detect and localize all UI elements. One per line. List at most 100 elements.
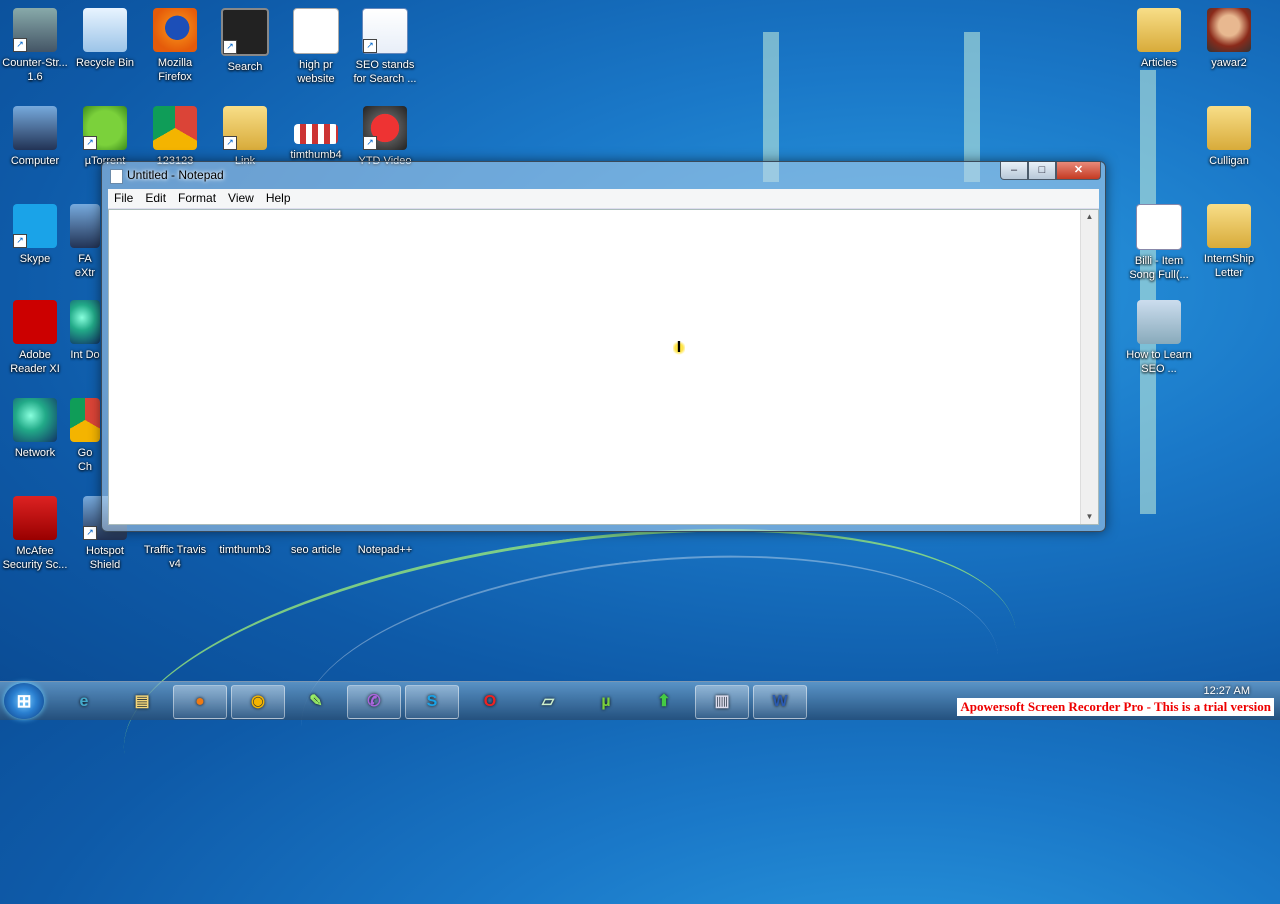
desktop-icon-ytd-video[interactable]: ↗ YTD Video (350, 106, 420, 168)
desktop-icon-adobe-reader[interactable]: Adobe Reader XI (0, 300, 70, 376)
vertical-scrollbar[interactable]: ▲ ▼ (1080, 210, 1098, 524)
internet-explorer-icon: e (79, 693, 89, 710)
desktop-icon-fa-extreme[interactable]: FA eXtr (70, 204, 100, 280)
skype-icon: ↗ (13, 204, 57, 248)
desktop-icon-label: yawar2 (1211, 57, 1247, 69)
taskbar-utorrent[interactable]: µ (579, 685, 633, 719)
folder-icon (1207, 106, 1251, 150)
menu-file[interactable]: File (108, 189, 139, 208)
desktop-icon-label: FA eXtr (74, 253, 96, 279)
desktop-icon-label: McAfee Security Sc... (2, 545, 68, 571)
desktop-icon-firefox[interactable]: Mozilla Firefox (140, 8, 210, 84)
taskbar-opera[interactable]: O (463, 685, 517, 719)
scroll-up-icon[interactable]: ▲ (1081, 210, 1098, 224)
taskbar-notepad[interactable]: ▥ (695, 685, 749, 719)
menu-view[interactable]: View (222, 189, 260, 208)
desktop-icon-seo-article[interactable]: seo article (281, 543, 351, 557)
taskbar-internet-explorer[interactable]: e (57, 685, 111, 719)
desktop-icon-learn-seo-video[interactable]: How to Learn SEO ... (1124, 300, 1194, 376)
chrome-icon (70, 398, 100, 442)
network-icon (13, 398, 57, 442)
image-grid-icon (294, 124, 338, 144)
desktop-icon-mcafee[interactable]: McAfee Security Sc... (0, 496, 70, 572)
desktop-icon-google-chrome[interactable]: Go Ch (70, 398, 100, 474)
opera-icon: O (483, 693, 497, 710)
taskbar-windows-explorer[interactable]: ▤ (115, 685, 169, 719)
desktop-icon-timthumb4[interactable]: timthumb4 (281, 106, 351, 162)
word-icon: W (772, 693, 788, 710)
desktop-icon-culligan[interactable]: Culligan (1194, 106, 1264, 168)
app-icon (70, 204, 100, 248)
desktop-icon-label: Hotspot Shield (86, 545, 124, 571)
desktop-icon-yawar2[interactable]: yawar2 (1194, 8, 1264, 70)
computer-icon (13, 106, 57, 150)
text-document-icon (293, 8, 339, 54)
desktop-icon-skype[interactable]: ↗ Skype (0, 204, 70, 266)
scroll-down-icon[interactable]: ▼ (1081, 510, 1098, 524)
folder-icon (1137, 8, 1181, 52)
desktop-icon-billi-song[interactable]: Billi - Item Song Full(... (1124, 204, 1194, 282)
desktop-icon-articles[interactable]: Articles (1124, 8, 1194, 70)
skype-icon: S (426, 693, 438, 710)
start-button[interactable]: ⊞ (4, 683, 44, 719)
desktop-icon-computer[interactable]: Computer (0, 106, 70, 168)
desktop-icon-traffic-travis[interactable]: Traffic Travis v4 (140, 543, 210, 571)
desktop-icon-label: Counter-Str... 1.6 (2, 57, 68, 83)
desktop-icon-label: timthumb4 (290, 149, 342, 161)
desktop-icon-label: Adobe Reader XI (10, 349, 60, 375)
desktop-icon-label: Go Ch (77, 447, 93, 473)
desktop-icon-link[interactable]: ↗ Link (210, 106, 280, 168)
desktop-icon-timthumb3[interactable]: timthumb3 (210, 543, 280, 557)
desktop-icon-utorrent[interactable]: ↗ µTorrent (70, 106, 140, 168)
minimize-button[interactable]: – (1000, 162, 1028, 180)
taskbar-clock[interactable]: 12:27 AM (1204, 684, 1250, 698)
upload-icon: ⬆ (657, 693, 671, 710)
menu-format[interactable]: Format (172, 189, 222, 208)
taskbar-uploader[interactable]: ⬆ (637, 685, 691, 719)
taskbar-notepad-plus[interactable]: ✎ (289, 685, 343, 719)
taskbar-firefox[interactable]: ● (173, 685, 227, 719)
taskbar-word[interactable]: W (753, 685, 807, 719)
desktop-icon-recycle-bin[interactable]: Recycle Bin (70, 8, 140, 70)
ytd-video-icon: ↗ (363, 106, 407, 150)
video-file-icon (1137, 300, 1181, 344)
desktop-icon-high-pr-website[interactable]: high pr website (281, 8, 351, 86)
counter-strike-icon: ↗ (13, 8, 57, 52)
firefox-icon: ● (195, 693, 205, 710)
desktop-icon-internet-download[interactable]: Int Do (70, 300, 100, 362)
taskbar-chrome[interactable]: ◉ (231, 685, 285, 719)
desktop-icon-label: Skype (19, 253, 51, 265)
menu-bar: File Edit Format View Help (108, 189, 1099, 209)
windows-logo-icon: ⊞ (16, 691, 32, 711)
window-titlebar[interactable]: Untitled - Notepad – □ ✕ (102, 162, 1105, 186)
desktop-icon-label: Billi - Item Song Full(... (1129, 255, 1189, 281)
close-button[interactable]: ✕ (1056, 162, 1101, 180)
menu-help[interactable]: Help (260, 189, 297, 208)
desktop-icon-notepad-plus[interactable]: Notepad++ (350, 543, 420, 557)
desktop-icon-search[interactable]: ↗ Search (210, 8, 280, 74)
desktop-icon-label: Culligan (1209, 155, 1249, 167)
desktop-icon-seo-doc[interactable]: ↗ SEO stands for Search ... (350, 8, 420, 86)
text-editor-area[interactable]: ▲ ▼ (108, 209, 1099, 525)
notepad-window: Untitled - Notepad – □ ✕ File Edit Forma… (101, 161, 1106, 532)
taskbar-viber[interactable]: ✆ (347, 685, 401, 719)
mp3-file-icon (1136, 204, 1182, 250)
taskbar-skype[interactable]: S (405, 685, 459, 719)
desktop-icon-network[interactable]: Network (0, 398, 70, 460)
maximize-button[interactable]: □ (1028, 162, 1056, 180)
mcafee-icon (13, 496, 57, 540)
taskbar-sticky-notes[interactable]: ▱ (521, 685, 575, 719)
wallpaper-glow (763, 32, 779, 182)
wallpaper-glow (1140, 70, 1156, 514)
notepad-icon: ▥ (714, 693, 730, 710)
viber-icon: ✆ (367, 693, 381, 710)
desktop-icon-counter-strike[interactable]: ↗ Counter-Str... 1.6 (0, 8, 70, 84)
notepad-icon (110, 169, 123, 184)
adobe-reader-icon (13, 300, 57, 344)
app-icon (70, 300, 100, 344)
desktop-icon-label: Recycle Bin (75, 57, 135, 69)
desktop-icon-internship-letter[interactable]: InternShip Letter (1194, 204, 1264, 280)
desktop-icon-123123[interactable]: 123123 (140, 106, 210, 168)
menu-edit[interactable]: Edit (139, 189, 172, 208)
desktop-icon-label: Int Do (70, 349, 100, 361)
